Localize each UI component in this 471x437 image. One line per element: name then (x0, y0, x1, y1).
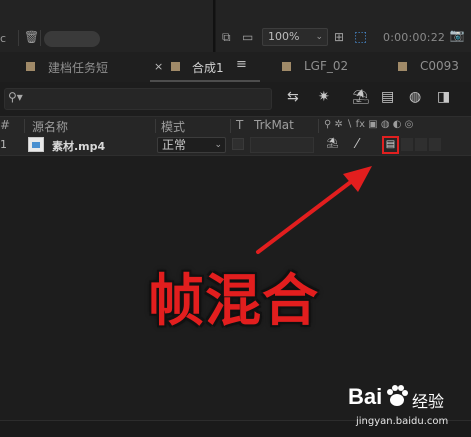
draft-3d-icon[interactable]: ✷ (318, 89, 330, 105)
layer-name[interactable]: 素材.mp4 (52, 138, 105, 154)
divider (155, 119, 156, 133)
zoom-value: 100% (268, 30, 300, 43)
tab-lgf02[interactable]: LGF_02 (260, 52, 380, 82)
tab-build-task[interactable]: 建档任务短 (0, 52, 150, 82)
divider (230, 119, 231, 133)
hide-shy-layers-icon[interactable]: ⛱ (352, 89, 370, 105)
zoom-dropdown[interactable]: 100% ⌄ (262, 28, 328, 46)
preserve-transparency-checkbox[interactable] (232, 138, 244, 150)
adjustment-layer-switch[interactable] (415, 138, 427, 151)
tab-label: LGF_02 (304, 59, 349, 73)
timeline-search-row: ⚲▾ ⇆ ✷ ⛱ ▤ ◍ ◨ (0, 82, 471, 116)
watermark-brand: Bai (348, 384, 383, 409)
quality-switch-icon[interactable]: ⁄ (356, 137, 358, 152)
paw-icon (387, 385, 408, 406)
tab-color-swatch (398, 62, 407, 71)
tab-label: 合成1 (192, 61, 224, 75)
motion-blur-toggle-icon[interactable]: ◍ (409, 89, 421, 105)
search-icon: ⚲▾ (8, 90, 23, 104)
camera-icon[interactable]: 📷 (447, 28, 467, 46)
tab-comp1[interactable]: × 合成1 ≡ (150, 52, 260, 82)
layer-number: 1 (0, 138, 7, 151)
snapshot-mode-icon[interactable]: ⧉ (222, 30, 231, 45)
trash-icon[interactable]: 🗑 (24, 30, 39, 44)
tab-c0093[interactable]: C0093 (380, 52, 471, 82)
comp-mini-flowchart-icon[interactable]: ⇆ (287, 89, 299, 105)
column-number: # (0, 118, 11, 132)
tab-color-swatch (282, 62, 291, 71)
frame-blend-switch[interactable]: ▤ (382, 136, 399, 154)
annotation-label: 帧混合 (148, 269, 319, 334)
divider (318, 119, 319, 133)
watermark-url: jingyan.baidu.com (356, 416, 449, 427)
tab-label: 建档任务短 (48, 61, 109, 75)
divider (18, 30, 19, 46)
tab-label: C0093 (420, 59, 459, 73)
graph-editor-icon[interactable]: ◨ (437, 89, 450, 105)
scrollbar-thumb[interactable] (44, 31, 100, 47)
tab-color-swatch (171, 62, 180, 71)
divider (40, 30, 41, 46)
search-input[interactable] (4, 88, 272, 110)
motion-blur-switch[interactable] (401, 138, 413, 151)
tab-menu-icon[interactable]: ≡ (236, 57, 247, 72)
mask-visibility-icon[interactable]: ⬚ (354, 29, 367, 45)
baidu-jingyan-watermark: Bai 经验 jingyan.baidu.com (348, 380, 468, 432)
layer-columns-header: # 源名称 模式 T TrkMat ⚲ ✲ ∖ fx ▣ ◍ ◐ ◎ (0, 116, 471, 136)
monitor-icon[interactable]: ▭ (242, 30, 253, 44)
column-trkmat[interactable]: TrkMat (254, 118, 294, 132)
current-timecode[interactable]: 0:00:00:22 (383, 31, 445, 44)
shy-switch-icon[interactable]: ⛱ (326, 138, 339, 149)
grid-icon[interactable]: ⊞ (334, 30, 344, 44)
blend-mode-value: 正常 (162, 138, 187, 152)
watermark-site: 经验 (412, 392, 445, 411)
divider (24, 119, 25, 133)
chevron-down-icon: ⌄ (315, 32, 323, 42)
chevron-down-icon: ⌄ (214, 140, 222, 150)
column-t[interactable]: T (236, 118, 243, 132)
column-mode[interactable]: 模式 (161, 118, 185, 135)
column-source-name[interactable]: 源名称 (32, 118, 68, 135)
blend-mode-dropdown[interactable]: 正常 ⌄ (157, 137, 226, 153)
trkmat-field[interactable] (250, 137, 314, 153)
frame-blending-toggle-icon[interactable]: ▤ (381, 89, 394, 105)
project-panel-footer: c 🗑 (0, 0, 215, 52)
viewer-toolbar (216, 0, 471, 52)
close-icon[interactable]: × (154, 60, 163, 73)
footage-icon (28, 137, 44, 152)
3d-layer-switch[interactable] (429, 138, 441, 151)
column-switches: ⚲ ✲ ∖ fx ▣ ◍ ◐ ◎ (324, 119, 414, 130)
tab-color-swatch (26, 62, 35, 71)
project-footer-text: c (0, 32, 7, 45)
composition-tab-bar: 建档任务短 × 合成1 ≡ LGF_02 C0093 (0, 52, 471, 83)
